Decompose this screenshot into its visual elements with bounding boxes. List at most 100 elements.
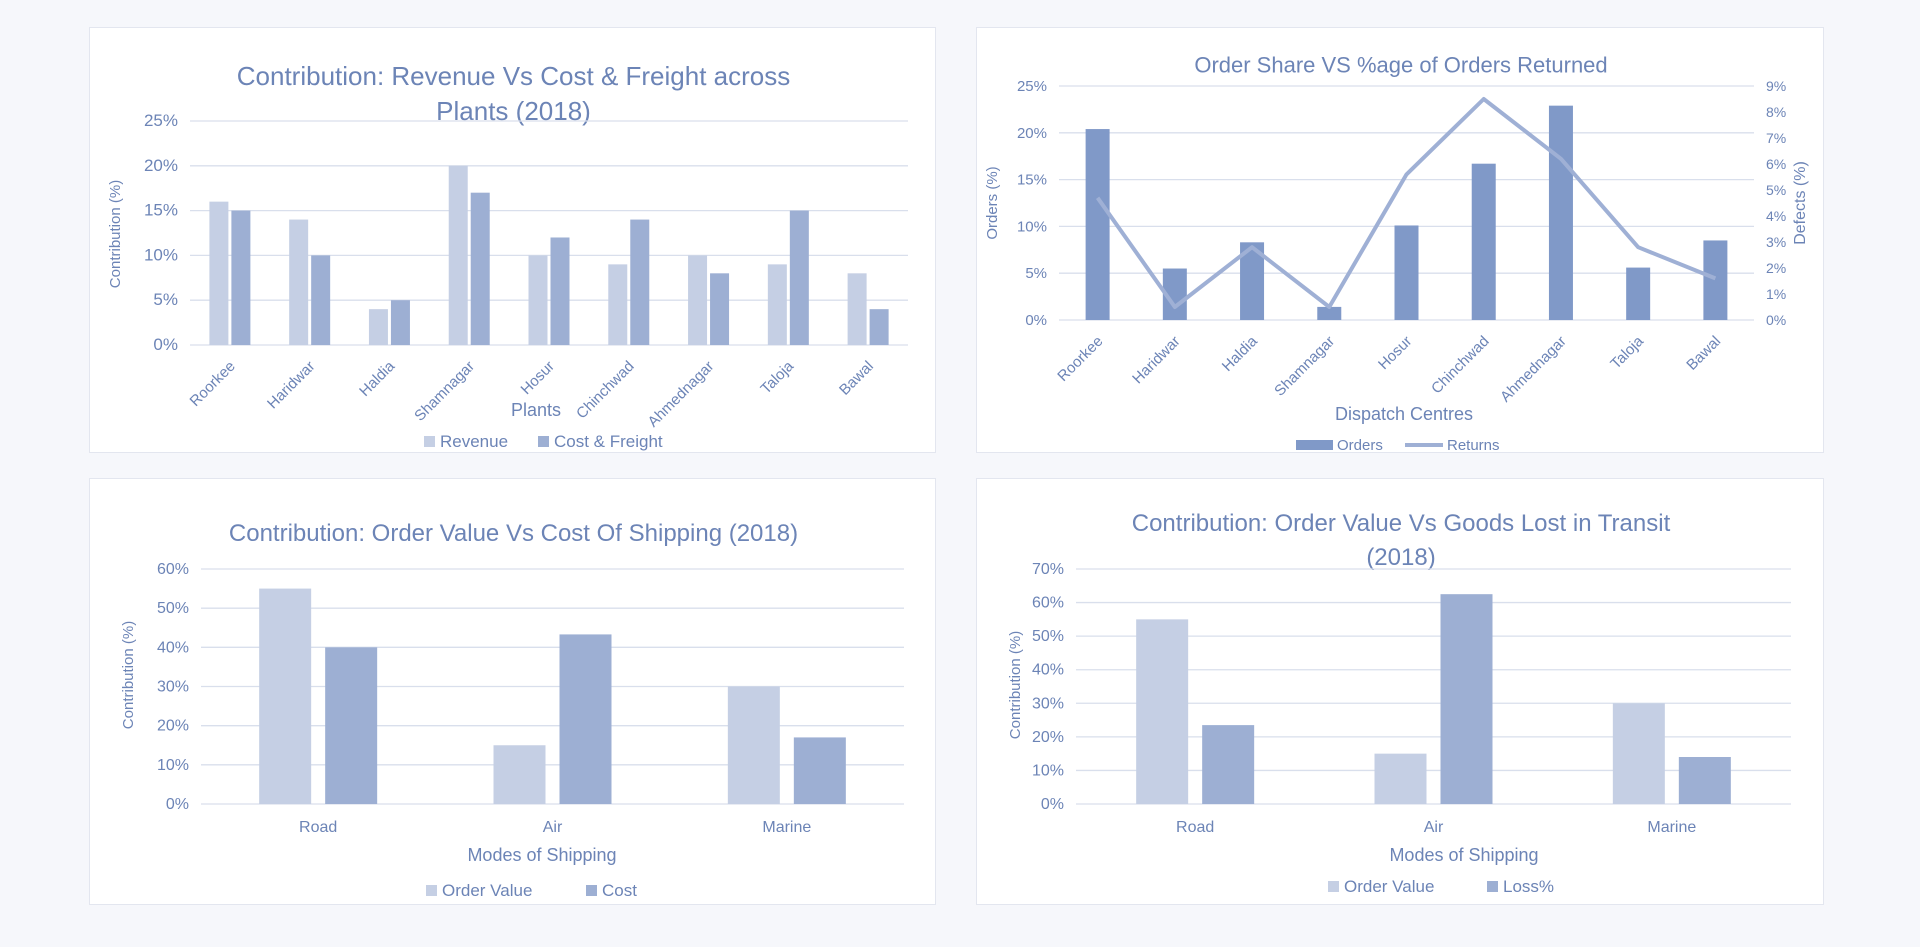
y-tick-label: 25% xyxy=(144,111,178,130)
x-axis-title: Plants xyxy=(511,400,561,420)
y-tick-label: 25% xyxy=(1017,78,1047,95)
y2-tick-label: 3% xyxy=(1766,234,1786,250)
x-tick-label: Haldia xyxy=(1219,332,1262,375)
revenue-bar xyxy=(448,165,468,345)
x-tick-label: Bawal xyxy=(1683,333,1724,374)
order-value-vs-goods-lost-chart: Contribution: Order Value Vs Goods Lost … xyxy=(1007,510,1791,896)
orders-bar xyxy=(1703,240,1728,320)
cost-bar xyxy=(793,737,846,804)
revenue-bar xyxy=(368,309,388,345)
cost-freight-bar xyxy=(789,210,809,345)
x-tick-label: Chinchwad xyxy=(573,358,638,423)
y-tick-label: 15% xyxy=(1017,172,1047,189)
x-tick-label: Hosur xyxy=(518,358,558,398)
order-value-bar xyxy=(1374,753,1427,804)
orders-bar xyxy=(1548,105,1573,320)
cost-freight-bar xyxy=(550,237,570,345)
order-value-bar xyxy=(1612,703,1665,804)
order-share-vs-returns-chart-panel: Order Share VS %age of Orders Returned 0%… xyxy=(976,27,1824,454)
y-tick-label: 10% xyxy=(157,757,189,774)
x-tick-label: Taloja xyxy=(1607,332,1647,372)
y2-tick-label: 9% xyxy=(1766,78,1786,94)
legend-label-loss: Loss% xyxy=(1503,877,1554,896)
y-tick-label: 20% xyxy=(1032,729,1064,746)
cost-freight-bar xyxy=(390,300,410,345)
legend-label-order-value: Order Value xyxy=(1344,877,1434,896)
x-tick-label: Hosur xyxy=(1375,333,1415,373)
x-tick-label: Air xyxy=(543,819,563,836)
y-tick-label: 40% xyxy=(157,639,189,656)
legend-label-orders: Orders xyxy=(1337,437,1383,454)
legend-label-order-value: Order Value xyxy=(442,881,532,900)
revenue-bar xyxy=(688,255,708,345)
y-axis-title: Orders (%) xyxy=(984,166,1001,239)
order-value-bar xyxy=(259,588,312,804)
loss-bar xyxy=(1202,725,1255,804)
y2-tick-label: 7% xyxy=(1766,130,1786,146)
x-tick-label: Taloja xyxy=(757,357,797,397)
revenue-vs-cost-chart: Contribution: Revenue Vs Cost & Freight … xyxy=(107,61,908,451)
order-value-bar xyxy=(493,745,546,804)
chart-title: Contribution: Revenue Vs Cost & Freight … xyxy=(237,61,790,91)
legend-swatch-cost xyxy=(586,885,597,896)
legend-swatch-loss xyxy=(1487,881,1498,892)
y-tick-label: 60% xyxy=(157,561,189,578)
x-tick-label: Ahmednagar xyxy=(645,358,718,431)
y-tick-label: 20% xyxy=(1017,125,1047,142)
x-tick-label: Haridwar xyxy=(264,358,318,412)
cost-freight-bar xyxy=(869,309,889,345)
x-tick-label: Haldia xyxy=(356,357,399,400)
order-value-vs-shipping-cost-chart-panel: Contribution: Order Value Vs Cost Of Shi… xyxy=(89,478,936,905)
chart-title: Contribution: Order Value Vs Cost Of Shi… xyxy=(229,520,798,547)
y-tick-label: 30% xyxy=(157,679,189,696)
y2-axis-title: Defects (%) xyxy=(1792,161,1809,245)
x-tick-label: Roorkee xyxy=(187,358,239,410)
y-axis-title: Contribution (%) xyxy=(120,621,137,729)
legend-label-returns: Returns xyxy=(1447,437,1500,454)
y2-tick-label: 8% xyxy=(1766,104,1786,120)
legend-swatch-revenue xyxy=(424,436,435,447)
cost-freight-bar xyxy=(311,255,331,345)
y-tick-label: 20% xyxy=(157,718,189,735)
revenue-bar xyxy=(767,264,787,345)
y-axis-title: Contribution (%) xyxy=(1007,631,1024,739)
y-tick-label: 0% xyxy=(166,796,189,813)
y-tick-label: 5% xyxy=(1025,265,1047,282)
x-axis-title: Modes of Shipping xyxy=(467,845,616,865)
x-tick-label: Roorkee xyxy=(1054,333,1106,385)
y2-tick-label: 1% xyxy=(1766,286,1786,302)
y-tick-label: 10% xyxy=(144,245,178,264)
revenue-bar xyxy=(209,201,229,345)
order-value-bar xyxy=(1136,619,1189,804)
revenue-bar xyxy=(847,273,867,345)
y-tick-label: 10% xyxy=(1017,218,1047,235)
orders-bar xyxy=(1085,129,1110,320)
chart-title: Order Share VS %age of Orders Returned xyxy=(1194,53,1607,78)
y-tick-label: 70% xyxy=(1032,561,1064,578)
x-tick-label: Shamnagar xyxy=(1271,333,1338,400)
x-tick-label: Marine xyxy=(762,819,811,836)
x-tick-label: Ahmednagar xyxy=(1497,333,1570,406)
y-tick-label: 40% xyxy=(1032,662,1064,679)
legend-label-cost: Cost xyxy=(602,881,637,900)
order-value-vs-shipping-cost-chart: Contribution: Order Value Vs Cost Of Shi… xyxy=(120,520,904,900)
y-tick-label: 50% xyxy=(157,600,189,617)
y-tick-label: 5% xyxy=(153,290,178,309)
revenue-vs-cost-chart-panel: Contribution: Revenue Vs Cost & Freight … xyxy=(89,27,936,453)
order-value-bar xyxy=(727,686,780,804)
y2-tick-label: 4% xyxy=(1766,208,1786,224)
x-tick-label: Road xyxy=(1176,819,1214,836)
y2-tick-label: 0% xyxy=(1766,312,1786,328)
x-tick-label: Marine xyxy=(1647,819,1696,836)
y2-tick-label: 2% xyxy=(1766,260,1786,276)
revenue-bar xyxy=(528,255,548,345)
revenue-bar xyxy=(608,264,628,345)
orders-bar xyxy=(1626,267,1651,320)
cost-bar xyxy=(325,647,378,804)
cost-freight-bar xyxy=(231,210,251,345)
x-tick-label: Bawal xyxy=(836,358,877,399)
order-value-vs-goods-lost-chart-panel: Contribution: Order Value Vs Goods Lost … xyxy=(976,478,1824,905)
x-tick-label: Chinchwad xyxy=(1428,333,1493,398)
legend-label-cost-freight: Cost & Freight xyxy=(554,432,663,451)
cost-bar xyxy=(559,634,612,804)
